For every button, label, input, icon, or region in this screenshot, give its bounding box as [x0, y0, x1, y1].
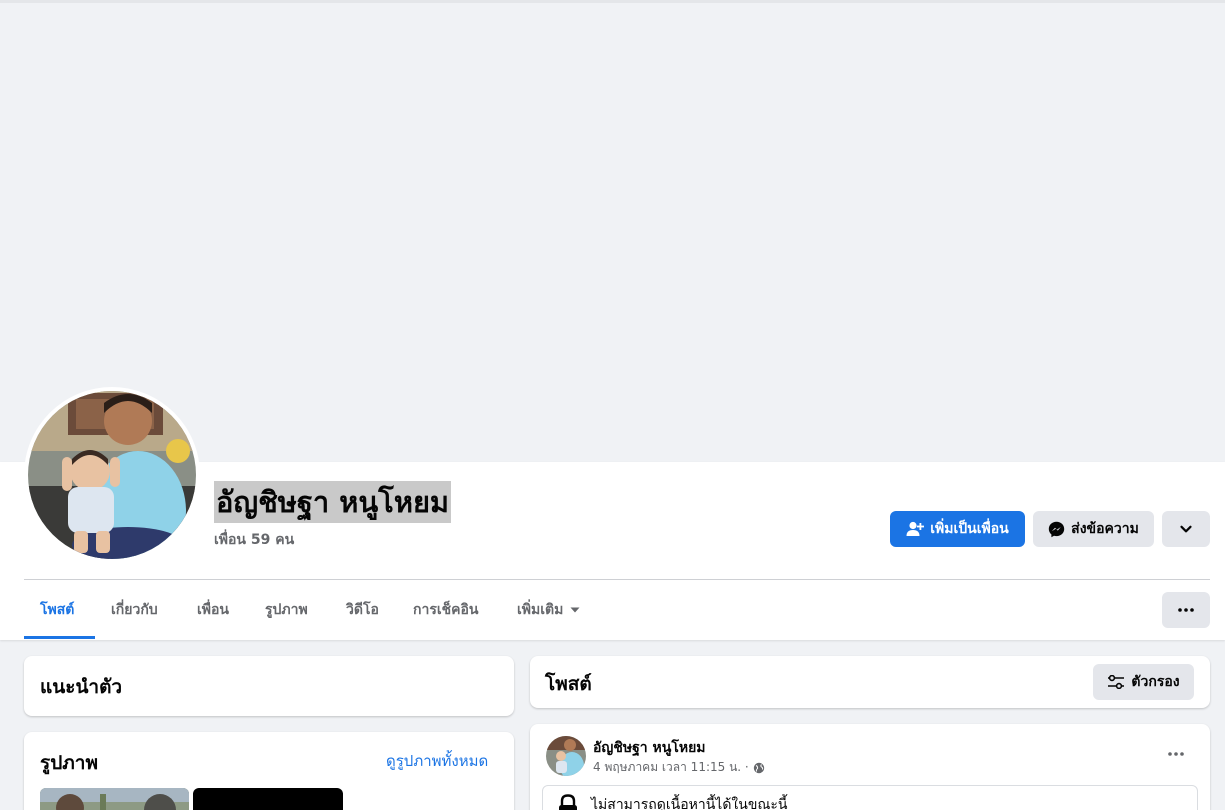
- profile-options-button[interactable]: [1162, 511, 1210, 547]
- tab-more[interactable]: เพิ่มเติม: [517, 580, 580, 640]
- photo-thumbnail[interactable]: [40, 788, 189, 810]
- post-author-name[interactable]: อัญชิษฐา หนูโหยม: [593, 737, 706, 759]
- posts-header-card: โพสต์ ตัวกรอง: [530, 656, 1210, 708]
- profile-photo-illustration: [28, 391, 196, 559]
- top-border: [0, 0, 1225, 3]
- chevron-down-icon: [1179, 522, 1193, 536]
- more-dots-icon: [1178, 608, 1194, 612]
- filter-button[interactable]: ตัวกรอง: [1093, 664, 1194, 700]
- active-tab-indicator: [24, 636, 95, 639]
- more-dots-icon: [1168, 752, 1184, 756]
- posts-title: โพสต์: [545, 673, 592, 695]
- photos-title: รูปภาพ: [40, 752, 98, 774]
- tab-more-label: เพิ่มเติม: [517, 602, 564, 618]
- post-timestamp[interactable]: 4 พฤษภาคม เวลา 11:15 น. ·: [593, 758, 749, 777]
- photos-card: รูปภาพ ดูรูปภาพทั้งหมด: [24, 732, 514, 810]
- photo-thumbnail[interactable]: [193, 788, 343, 810]
- profile-name: อัญชิษฐา หนูโหยม: [214, 481, 452, 523]
- profile-avatar[interactable]: [28, 391, 196, 559]
- filter-icon: [1107, 675, 1125, 689]
- tab-checkins[interactable]: การเช็คอิน: [413, 580, 479, 640]
- post-meta: 4 พฤษภาคม เวลา 11:15 น. ·: [593, 758, 765, 777]
- add-friend-label: เพิ่มเป็นเพื่อน: [930, 521, 1009, 537]
- add-friend-button[interactable]: เพิ่มเป็นเพื่อน: [890, 511, 1025, 547]
- tab-videos[interactable]: วิดีโอ: [346, 580, 379, 640]
- tab-friends[interactable]: เพื่อน: [197, 580, 229, 640]
- caret-down-icon: [570, 607, 580, 613]
- post-card: อัญชิษฐา หนูโหยม 4 พฤษภาคม เวลา 11:15 น.…: [530, 724, 1210, 810]
- tab-posts[interactable]: โพสต์: [40, 580, 74, 640]
- see-all-photos-link[interactable]: ดูรูปภาพทั้งหมด: [386, 749, 488, 773]
- globe-icon: [753, 762, 765, 774]
- messenger-icon: [1048, 521, 1065, 538]
- message-button[interactable]: ส่งข้อความ: [1033, 511, 1154, 547]
- lock-icon: [557, 794, 579, 810]
- cover-photo-area: [0, 0, 1225, 462]
- intro-card: แนะนำตัว: [24, 656, 514, 716]
- tab-photos[interactable]: รูปภาพ: [265, 580, 308, 640]
- photo-thumbnail-image: [40, 788, 189, 810]
- post-author-avatar-image: [546, 736, 586, 776]
- intro-title: แนะนำตัว: [40, 676, 123, 698]
- message-label: ส่งข้อความ: [1071, 521, 1139, 537]
- tab-about[interactable]: เกี่ยวกับ: [111, 580, 158, 640]
- tabs-more-options-button[interactable]: [1162, 592, 1210, 628]
- post-options-button[interactable]: [1160, 738, 1192, 770]
- filter-label: ตัวกรอง: [1131, 674, 1180, 690]
- post-author-avatar[interactable]: [546, 736, 586, 776]
- content-unavailable-notice: ไม่สามารถดูเนื้อหานี้ได้ในขณะนี้: [542, 785, 1198, 810]
- add-friend-icon: [906, 521, 925, 537]
- notice-text: ไม่สามารถดูเนื้อหานี้ได้ในขณะนี้: [591, 797, 788, 810]
- friends-count[interactable]: เพื่อน 59 คน: [214, 529, 294, 551]
